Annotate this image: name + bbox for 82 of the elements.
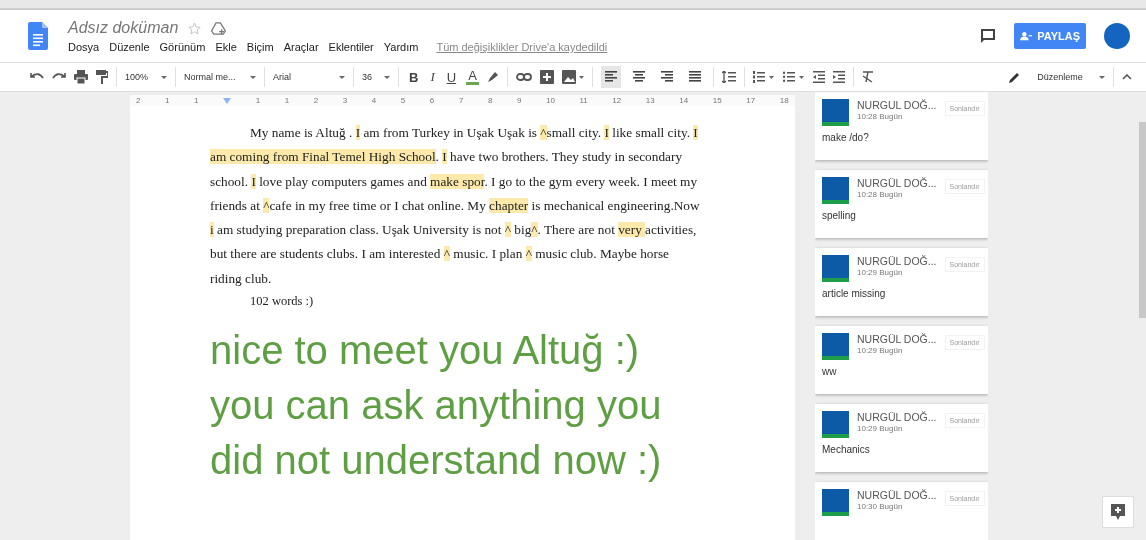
- indent-marker-icon[interactable]: [223, 97, 232, 104]
- save-status-link[interactable]: Tüm değişiklikler Drive'a kaydedildi: [436, 41, 608, 53]
- menu-item[interactable]: Eklentiler: [328, 41, 374, 53]
- editing-mode-dropdown[interactable]: Düzenleme: [1009, 71, 1105, 83]
- menu-item[interactable]: Araçlar: [283, 41, 319, 53]
- large-document-text: did not understand now :): [210, 437, 663, 485]
- commenter-avatar: [822, 255, 849, 282]
- commenter-avatar: [822, 489, 849, 516]
- align-icon: [632, 71, 645, 83]
- commenter-avatar: [822, 177, 849, 204]
- underline-button[interactable]: U: [444, 69, 459, 85]
- document-paragraph: My name is Altuğ . I am from Turkey in Uşak Uşak is ^small city. I like small city. I am coming from Final Temel High School. I have two brothers. They study in secondary school. I love play computers games and make spor. I go to the gym every week. I meet my friends at ^cafe in my free time or I chat online. My chapter is mechanical engineering.Now i am studying preparation class. Uşak University is not ^ big^. There are not very activities, but there are students clubs. I am interested ^ music. I plan ^ music club. Maybe horse riding club.: [210, 124, 700, 288]
- highlighter-icon[interactable]: [486, 71, 499, 83]
- caret-icon: [339, 75, 345, 79]
- font-size-dropdown[interactable]: 36: [362, 72, 390, 82]
- menu-item[interactable]: Yardım: [383, 41, 419, 53]
- caret-icon: [161, 75, 167, 79]
- document-title[interactable]: Adsız doküman: [68, 19, 179, 37]
- align-icon: [660, 71, 673, 83]
- large-document-text: you can ask anything you: [210, 382, 663, 430]
- comment-time: 10:28 Bugün: [857, 190, 904, 199]
- comment-author: NURGÜL DOĞ...: [857, 489, 937, 501]
- comment-author: NURGUL DOĞ...: [857, 99, 937, 111]
- style-dropdown[interactable]: Normal me...: [184, 72, 256, 82]
- comment-text: make /do?: [822, 132, 870, 143]
- comment-author: NURGÜL DOĞ...: [857, 333, 937, 345]
- numbered-list-icon[interactable]: [752, 71, 775, 83]
- document-icon[interactable]: [28, 22, 48, 50]
- line-spacing-icon[interactable]: [721, 71, 736, 83]
- add-comment-icon: [1111, 504, 1125, 520]
- comment-author: NURGÜL DOĞ...: [857, 255, 937, 267]
- increase-indent-icon[interactable]: [832, 71, 845, 83]
- italic-button[interactable]: I: [428, 69, 437, 85]
- comment-author: NURGÜL DOĞ...: [857, 411, 937, 423]
- commenter-avatar: [822, 333, 849, 360]
- menu-item[interactable]: Ekle: [215, 41, 237, 53]
- comment-time: 10:30 Bugün: [857, 502, 904, 511]
- menu-item[interactable]: Biçim: [246, 41, 274, 53]
- account-avatar[interactable]: [1104, 23, 1130, 49]
- link-icon[interactable]: [515, 73, 532, 81]
- print-icon[interactable]: [74, 70, 88, 84]
- comment-text: ww: [822, 366, 838, 377]
- comment-time: 10:29 Bugün: [857, 424, 904, 433]
- comment-author: NURGÜL DOĞ...: [857, 177, 937, 189]
- large-document-text: nice to meet you Altuğ :): [210, 327, 641, 375]
- menu-item[interactable]: Düzenle: [109, 41, 150, 53]
- align-icon: [688, 71, 701, 83]
- word-count-text: 102 words :): [250, 294, 315, 310]
- comment-text: spelling: [822, 210, 857, 221]
- paint-format-icon[interactable]: [96, 70, 108, 84]
- comment-time: 10:29 Bugün: [857, 268, 904, 277]
- image-icon[interactable]: [561, 70, 584, 84]
- menu-item[interactable]: Dosya: [68, 41, 100, 53]
- person-add-icon: [1020, 31, 1033, 41]
- pencil-icon: [1009, 71, 1021, 83]
- caret-icon: [384, 75, 390, 79]
- font-dropdown[interactable]: Arial: [273, 72, 345, 82]
- comment-time: 10:29 Bugün: [857, 346, 904, 355]
- text-color-button[interactable]: A: [466, 69, 479, 85]
- ruler[interactable]: 2 1 1 1 1 2 3 4 5 6 7 8 9 10 11 12 13 14 15 17 18: [130, 95, 795, 106]
- commenter-avatar: [822, 99, 849, 126]
- commenter-avatar: [822, 411, 849, 438]
- comment-text: Mechanics: [822, 444, 871, 455]
- menu-item[interactable]: Görünüm: [159, 41, 206, 53]
- comment-time: 10:28 Bugün: [857, 112, 904, 121]
- comments-icon[interactable]: [980, 28, 996, 44]
- collapse-chevron-icon[interactable]: [1122, 74, 1132, 80]
- comment-text: article missing: [822, 288, 887, 299]
- zoom-dropdown[interactable]: 100%: [125, 72, 167, 82]
- decrease-indent-icon[interactable]: [812, 71, 825, 83]
- align-button[interactable]: [600, 66, 621, 88]
- scrollbar-thumb[interactable]: [1139, 122, 1146, 318]
- add-comment-icon[interactable]: [539, 70, 554, 84]
- share-button[interactable]: PAYLAŞ: [1014, 23, 1086, 49]
- bold-button[interactable]: B: [407, 69, 421, 85]
- caret-icon: [250, 75, 256, 79]
- caret-icon: [1099, 75, 1105, 79]
- star-icon[interactable]: [188, 21, 202, 35]
- add-comment-button[interactable]: [1102, 496, 1134, 528]
- align-icon: [604, 71, 617, 83]
- bulleted-list-icon[interactable]: [782, 71, 805, 83]
- clear-formatting-icon[interactable]: [861, 71, 874, 83]
